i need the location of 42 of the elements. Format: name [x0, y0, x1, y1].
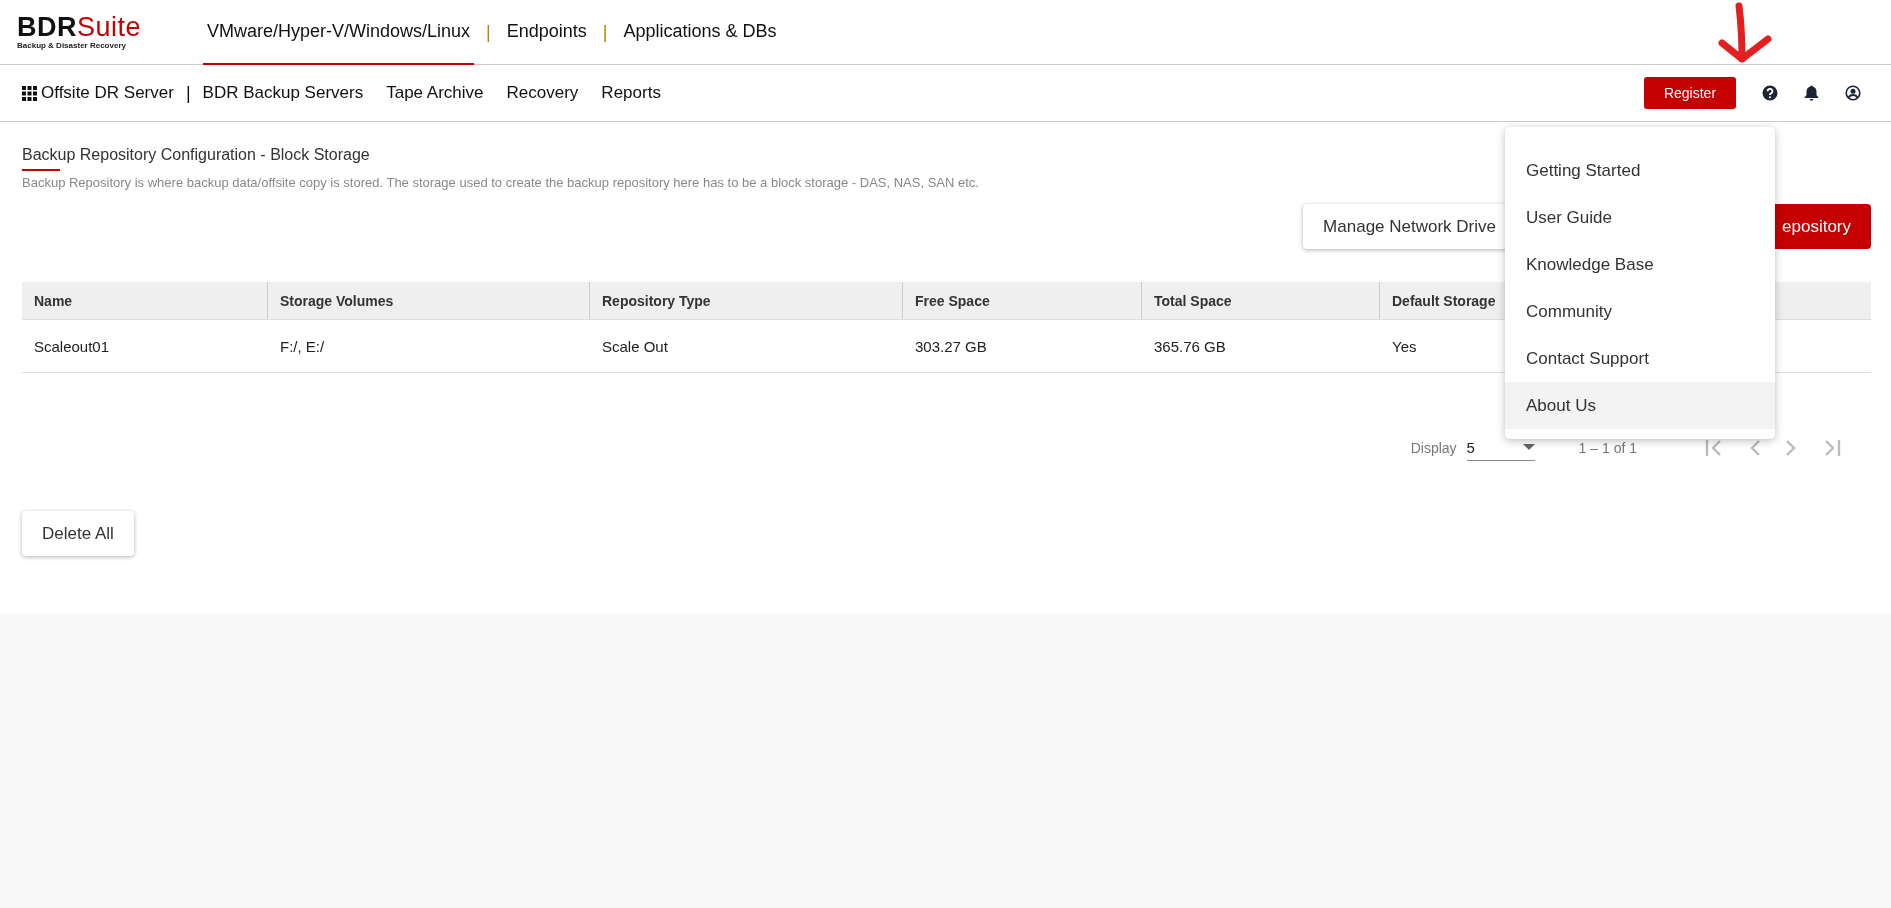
- menu-item[interactable]: User Guide: [1505, 194, 1775, 241]
- column-header[interactable]: Free Space: [903, 282, 1142, 319]
- nav-link[interactable]: Recovery: [506, 83, 579, 103]
- column-header[interactable]: Repository Type: [590, 282, 903, 319]
- table-cell: F:/, E:/: [280, 337, 325, 355]
- table-cell: 303.27 GB: [915, 337, 987, 355]
- nav-link[interactable]: BDR Backup Servers: [202, 83, 364, 103]
- table-cell: Yes: [1392, 337, 1417, 355]
- menu-item[interactable]: Knowledge Base: [1505, 241, 1775, 288]
- help-icon[interactable]: [1762, 85, 1778, 101]
- nav-separator: |: [185, 82, 191, 104]
- server-name[interactable]: Offsite DR Server: [41, 83, 174, 103]
- logo-tagline: Backup & Disaster Recovery: [17, 41, 127, 50]
- page-range: 1 – 1 of 1: [1578, 439, 1637, 456]
- menu-item[interactable]: Community: [1505, 288, 1775, 335]
- menu-item[interactable]: Contact Support: [1505, 335, 1775, 382]
- display-label: Display: [1410, 439, 1457, 456]
- nav-tab[interactable]: Endpoints: [502, 0, 591, 65]
- menu-item[interactable]: Getting Started: [1505, 147, 1775, 194]
- caret-icon: [1522, 444, 1535, 450]
- page-description: Backup Repository is where backup data/offsite copy is stored. The storage used to create the backup repository here has to be a block storage - DAS, NAS, SAN etc.: [22, 175, 980, 190]
- table-cell: Scaleout01: [34, 337, 110, 355]
- delete-all-button[interactable]: Delete All: [22, 511, 134, 556]
- bell-icon[interactable]: [1804, 85, 1819, 101]
- nav-link[interactable]: Reports: [601, 83, 661, 103]
- logo-wordmark: BDRSuite: [17, 14, 143, 41]
- arrow-annotation: [1718, 2, 1772, 64]
- menu-item[interactable]: About Us: [1505, 382, 1775, 429]
- nav-tab[interactable]: Applications & DBs: [619, 0, 781, 65]
- table-cell: 365.76 GB: [1154, 337, 1226, 355]
- user-icon[interactable]: [1845, 85, 1861, 101]
- column-header[interactable]: Total Space: [1142, 282, 1380, 319]
- column-header[interactable]: Storage Volumes: [268, 282, 590, 319]
- register-button[interactable]: Register: [1644, 77, 1736, 109]
- nav-separator: |: [602, 20, 608, 44]
- grid-icon[interactable]: [22, 85, 37, 101]
- column-header[interactable]: Name: [22, 282, 268, 319]
- nav-separator: |: [486, 20, 491, 44]
- table-cell: Scale Out: [602, 337, 668, 355]
- page-title: Backup Repository Configuration - Block Storage: [22, 146, 370, 165]
- nav-link[interactable]: Tape Archive: [386, 83, 484, 103]
- nav-tab[interactable]: VMware/Hyper-V/Windows/Linux: [203, 0, 475, 65]
